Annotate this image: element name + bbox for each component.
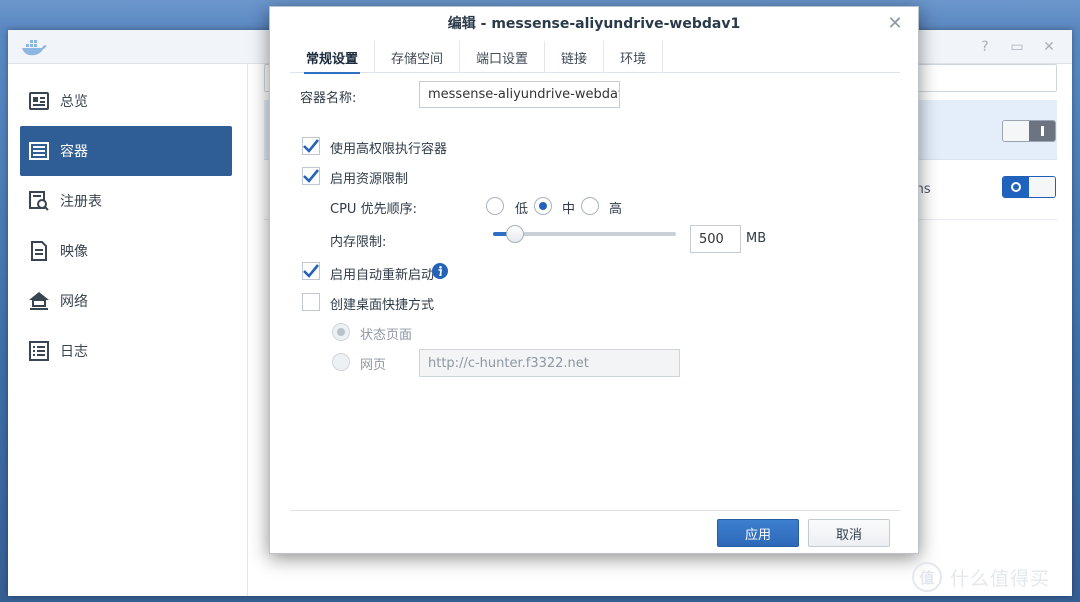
shortcut-webpage-label: 网页: [360, 358, 387, 373]
cpu-medium-label: 中: [562, 202, 576, 217]
tab-ports[interactable]: 端口设置: [460, 41, 546, 73]
watermark: 值 什么值得买: [912, 560, 1050, 594]
cpu-high-radio[interactable]: [581, 197, 599, 215]
tab-links[interactable]: 链接: [545, 41, 605, 73]
watermark-logo: 值: [912, 562, 942, 592]
close-icon[interactable]: ✕: [886, 15, 904, 33]
edit-container-dialog: 编辑 - messense-aliyundrive-webdav1 ✕ 常规设置…: [269, 6, 919, 554]
memory-unit-label: MB: [746, 231, 767, 246]
resource-limit-checkbox[interactable]: [302, 167, 320, 185]
cancel-button[interactable]: 取消: [808, 519, 890, 547]
sidebar-item-label: 映像: [60, 244, 88, 260]
info-icon[interactable]: [432, 263, 448, 279]
shortcut-status-page-label: 状态页面: [360, 328, 413, 343]
container-toggle-off[interactable]: [1002, 120, 1056, 142]
tab-storage[interactable]: 存储空间: [375, 41, 461, 73]
registry-icon: [28, 190, 50, 212]
cpu-low-label: 低: [515, 202, 529, 217]
shortcut-webpage-radio[interactable]: [332, 353, 350, 371]
container-name-label: 容器名称:: [300, 91, 357, 106]
auto-restart-label: 启用自动重新启动: [330, 268, 435, 283]
network-icon: [28, 290, 50, 312]
docker-logo-icon: [22, 40, 47, 56]
auto-restart-checkbox[interactable]: [302, 262, 320, 280]
desktop-shortcut-checkbox[interactable]: [302, 293, 320, 311]
cpu-medium-radio[interactable]: [534, 197, 552, 215]
privileged-checkbox[interactable]: [302, 137, 320, 155]
log-icon: [28, 340, 50, 362]
privileged-label: 使用高权限执行容器: [330, 142, 448, 157]
sidebar-item-overview[interactable]: 总览: [20, 76, 232, 126]
container-name-input[interactable]: [419, 81, 620, 108]
memory-slider-handle[interactable]: [505, 225, 524, 243]
sidebar-item-log[interactable]: 日志: [20, 326, 232, 376]
overview-icon: [28, 90, 50, 112]
apply-button[interactable]: 应用: [717, 519, 799, 547]
memory-limit-input[interactable]: [690, 225, 741, 253]
sidebar-item-label: 容器: [60, 144, 88, 160]
sidebar-item-label: 日志: [60, 344, 88, 360]
watermark-text: 什么值得买: [950, 567, 1051, 590]
shortcut-status-page-radio[interactable]: [332, 323, 350, 341]
cpu-priority-label: CPU 优先顺序:: [330, 202, 417, 217]
help-icon[interactable]: ?: [976, 38, 994, 56]
cpu-high-label: 高: [609, 202, 623, 217]
sidebar-item-registry[interactable]: 注册表: [20, 176, 232, 226]
sidebar-item-image[interactable]: 映像: [20, 226, 232, 276]
sidebar-item-label: 网络: [60, 294, 88, 310]
sidebar-item-label: 注册表: [60, 194, 102, 210]
cpu-low-radio[interactable]: [486, 197, 504, 215]
window-controls: ? ▭ ✕: [976, 37, 1058, 57]
sidebar-item-network[interactable]: 网络: [20, 276, 232, 326]
memory-limit-label: 内存限制:: [330, 235, 387, 250]
desktop-shortcut-label: 创建桌面快捷方式: [330, 298, 435, 313]
checkmark-icon: [303, 169, 319, 183]
footer-divider: [290, 510, 900, 511]
checkmark-icon: [303, 139, 319, 153]
tab-bar: 常规设置 存储空间 端口设置 链接 环境: [290, 41, 900, 74]
maximize-icon[interactable]: ▭: [1008, 38, 1026, 56]
resource-limit-label: 启用资源限制: [330, 172, 409, 187]
container-toggle-on[interactable]: [1002, 176, 1056, 198]
checkmark-icon: [303, 264, 319, 278]
shortcut-url-input[interactable]: [419, 349, 680, 377]
tab-environment[interactable]: 环境: [604, 41, 664, 73]
sidebar: 总览 容器 注册表 映像 网络 日志: [8, 64, 248, 596]
sidebar-item-label: 总览: [60, 94, 88, 110]
dialog-title: 编辑 - messense-aliyundrive-webdav1: [447, 16, 741, 32]
image-icon: [28, 240, 50, 262]
tab-general[interactable]: 常规设置: [290, 41, 376, 74]
close-icon[interactable]: ✕: [1040, 38, 1058, 56]
sidebar-item-container[interactable]: 容器: [20, 126, 232, 176]
container-icon: [28, 140, 50, 162]
